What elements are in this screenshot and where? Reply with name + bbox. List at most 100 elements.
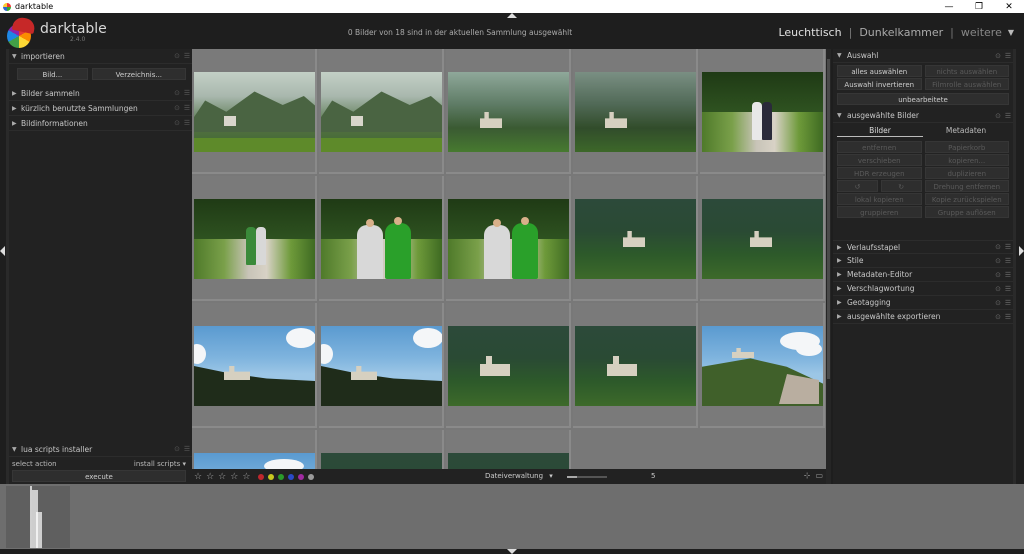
presets-icon[interactable]: ☰ xyxy=(1003,243,1013,251)
reset-icon[interactable]: ⊙ xyxy=(993,257,1003,265)
presets-icon[interactable]: ☰ xyxy=(182,104,192,112)
rotate-ccw-icon[interactable]: ↺ xyxy=(837,180,878,192)
reset-icon[interactable]: ⊙ xyxy=(172,89,182,97)
star-icon[interactable]: ☆ xyxy=(230,472,238,482)
module-importieren[interactable]: ▼ importieren ⊙ ☰ xyxy=(6,49,192,64)
select-none-button[interactable]: nichts auswählen xyxy=(924,65,1009,77)
module-bilder-sammeln[interactable]: ▶ Bilder sammeln ⊙ ☰ xyxy=(6,86,192,101)
reset-icon[interactable]: ⊙ xyxy=(172,52,182,60)
module-auswahl[interactable]: ▼ Auswahl ⊙ ☰ xyxy=(833,49,1013,63)
thumbnail-8[interactable] xyxy=(446,176,571,301)
module-geotagging[interactable]: ▶ Geotagging ⊙ ☰ xyxy=(833,296,1013,310)
presets-icon[interactable]: ☰ xyxy=(182,89,192,97)
minimize-button[interactable]: — xyxy=(934,2,964,12)
zoom-slider[interactable] xyxy=(567,476,607,478)
thumbnail-15[interactable] xyxy=(700,303,825,428)
select-filmroll-button[interactable]: Filmrolle auswählen xyxy=(924,78,1009,90)
tab-metadaten[interactable]: Metadaten xyxy=(923,125,1009,137)
reset-icon[interactable]: ⊙ xyxy=(993,52,1003,60)
reset-icon[interactable]: ⊙ xyxy=(172,445,182,453)
module-verlaufsstapel[interactable]: ▶ Verlaufsstapel ⊙ ☰ xyxy=(833,240,1013,254)
execute-button[interactable]: execute xyxy=(12,470,186,482)
collapse-right-arrow-icon[interactable] xyxy=(1019,246,1024,256)
close-button[interactable]: ✕ xyxy=(994,2,1024,12)
thumbnail-3[interactable] xyxy=(446,49,571,174)
tab-bilder[interactable]: Bilder xyxy=(837,125,923,137)
view-leuchttisch[interactable]: Leuchttisch xyxy=(778,26,841,39)
focus-peaking-icon[interactable]: ⊹ xyxy=(804,471,811,480)
reset-rotation-button[interactable]: Drehung entfernen xyxy=(924,180,1009,192)
maximize-button[interactable]: ❐ xyxy=(964,2,994,12)
module-lua-scripts[interactable]: ▼ lua scripts installer ⊙ ☰ xyxy=(6,442,192,457)
presets-icon[interactable]: ☰ xyxy=(1003,299,1013,307)
trash-button[interactable]: Papierkorb xyxy=(924,141,1009,153)
thumbnail-10[interactable] xyxy=(700,176,825,301)
remove-button[interactable]: entfernen xyxy=(837,141,922,153)
zoom-value[interactable]: 5 xyxy=(651,472,655,480)
reset-icon[interactable]: ⊙ xyxy=(172,104,182,112)
collapse-top-arrow-icon[interactable] xyxy=(507,13,517,18)
chevron-down-icon[interactable]: ▼ xyxy=(1008,28,1014,37)
module-verschlagwortung[interactable]: ▶ Verschlagwortung ⊙ ☰ xyxy=(833,282,1013,296)
thumbnail-6[interactable] xyxy=(192,176,317,301)
presets-icon[interactable]: ☰ xyxy=(1003,285,1013,293)
color-label-red[interactable] xyxy=(258,473,265,480)
reset-icon[interactable]: ⊙ xyxy=(993,243,1003,251)
ungroup-button[interactable]: Gruppe auflösen xyxy=(924,206,1009,218)
presets-icon[interactable]: ☰ xyxy=(182,445,192,453)
collapse-bottom-arrow-icon[interactable] xyxy=(507,549,517,554)
presets-icon[interactable]: ☰ xyxy=(182,119,192,127)
star-icon[interactable]: ☆ xyxy=(218,472,226,482)
duplicate-button[interactable]: duplizieren xyxy=(924,167,1009,179)
star-icon[interactable]: ☆ xyxy=(206,472,214,482)
thumbnail-14[interactable] xyxy=(573,303,698,428)
right-scrollbar[interactable] xyxy=(1013,49,1016,484)
thumbnail-11[interactable] xyxy=(192,303,317,428)
module-bildinformationen[interactable]: ▶ Bildinformationen ⊙ ☰ xyxy=(6,116,192,131)
module-stile[interactable]: ▶ Stile ⊙ ☰ xyxy=(833,254,1013,268)
thumbnail-13[interactable] xyxy=(446,303,571,428)
move-button[interactable]: verschieben xyxy=(837,154,922,166)
presets-icon[interactable]: ☰ xyxy=(182,52,192,60)
reset-icon[interactable]: ⊙ xyxy=(993,285,1003,293)
color-label-blue[interactable] xyxy=(288,473,295,480)
create-hdr-button[interactable]: HDR erzeugen xyxy=(837,167,922,179)
module-export[interactable]: ▶ ausgewählte exportieren ⊙ ☰ xyxy=(833,310,1013,324)
layout-select[interactable]: Dateiverwaltung ▾ xyxy=(485,472,553,480)
group-button[interactable]: gruppieren xyxy=(837,206,922,218)
copy-button[interactable]: kopieren... xyxy=(924,154,1009,166)
timeline-histogram[interactable] xyxy=(6,486,70,548)
color-label-purple[interactable] xyxy=(298,473,305,480)
import-folder-button[interactable]: Verzeichnis... xyxy=(91,68,186,80)
module-metadaten-editor[interactable]: ▶ Metadaten-Editor ⊙ ☰ xyxy=(833,268,1013,282)
presets-icon[interactable]: ☰ xyxy=(1003,257,1013,265)
presets-icon[interactable]: ☰ xyxy=(1003,271,1013,279)
color-label-green[interactable] xyxy=(278,473,285,480)
select-untouched-button[interactable]: unbearbeitete xyxy=(837,93,1009,105)
resync-local-copy-button[interactable]: Kopie zurückspielen xyxy=(924,193,1009,205)
rotate-cw-icon[interactable]: ↻ xyxy=(880,180,922,192)
display-icon[interactable]: ▭ xyxy=(815,471,823,480)
center-scrollbar[interactable] xyxy=(826,49,831,484)
presets-icon[interactable]: ☰ xyxy=(1003,112,1013,120)
reset-icon[interactable]: ⊙ xyxy=(993,271,1003,279)
thumbnail-4[interactable] xyxy=(573,49,698,174)
thumbnail-1[interactable] xyxy=(192,49,317,174)
thumbnail-7[interactable] xyxy=(319,176,444,301)
thumbnail-9[interactable] xyxy=(573,176,698,301)
thumbnail-12[interactable] xyxy=(319,303,444,428)
reset-icon[interactable]: ⊙ xyxy=(993,299,1003,307)
thumbnail-17[interactable] xyxy=(319,430,444,469)
thumbnail-2[interactable] xyxy=(319,49,444,174)
color-label-clear[interactable] xyxy=(308,473,315,480)
presets-icon[interactable]: ☰ xyxy=(1003,52,1013,60)
reset-icon[interactable]: ⊙ xyxy=(993,313,1003,321)
view-dunkelkammer[interactable]: Dunkelkammer xyxy=(859,26,943,39)
copy-locally-button[interactable]: lokal kopieren xyxy=(837,193,922,205)
select-all-button[interactable]: alles auswählen xyxy=(837,65,922,77)
thumbnail-18[interactable] xyxy=(446,430,571,469)
view-weitere[interactable]: weitere xyxy=(961,26,1002,39)
presets-icon[interactable]: ☰ xyxy=(1003,313,1013,321)
invert-selection-button[interactable]: Auswahl invertieren xyxy=(837,78,922,90)
star-icon[interactable]: ☆ xyxy=(242,472,250,482)
